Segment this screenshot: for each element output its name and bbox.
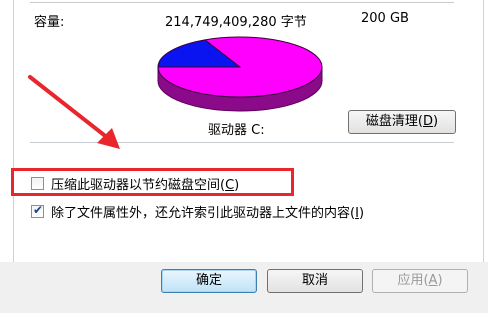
allow-indexing-label[interactable]: 除了文件属性外，还允许索引此驱动器上文件的内容(I) [51,202,364,221]
drive-label: 驱动器 C: [208,123,265,138]
disk-usage-pie-chart [157,36,323,112]
drive-properties-dialog: 容量: 214,749,409,280 字节 200 GB 驱动器 C: 磁盘清… [0,0,488,313]
allow-indexing-checkbox[interactable] [31,203,44,218]
capacity-bytes: 214,749,409,280 字节 [165,15,307,30]
disk-cleanup-button[interactable]: 磁盘清理(D) [348,110,456,134]
disk-cleanup-button-key: D [423,114,434,129]
top-divider [30,2,454,3]
apply-button[interactable]: 应用(A) [372,269,468,293]
cancel-button[interactable]: 取消 [267,269,363,293]
ok-button[interactable]: 确定 [161,269,257,293]
annotation-highlight-box [11,168,294,196]
allow-indexing-key: I [355,206,359,221]
apply-button-label: 应用 [397,273,424,288]
annotation-arrow-icon [28,75,120,149]
capacity-size: 200 GB [361,11,409,26]
allow-indexing-label-text: 除了文件属性外，还允许索引此驱动器上文件的内容 [51,206,351,221]
capacity-label: 容量: [34,15,65,30]
dialog-footer: 确定 取消 应用(A) [0,262,488,313]
disk-cleanup-button-label: 磁盘清理 [365,114,418,129]
cancel-button-label: 取消 [301,273,328,288]
ok-button-label: 确定 [195,273,222,288]
apply-button-key: A [428,273,438,288]
